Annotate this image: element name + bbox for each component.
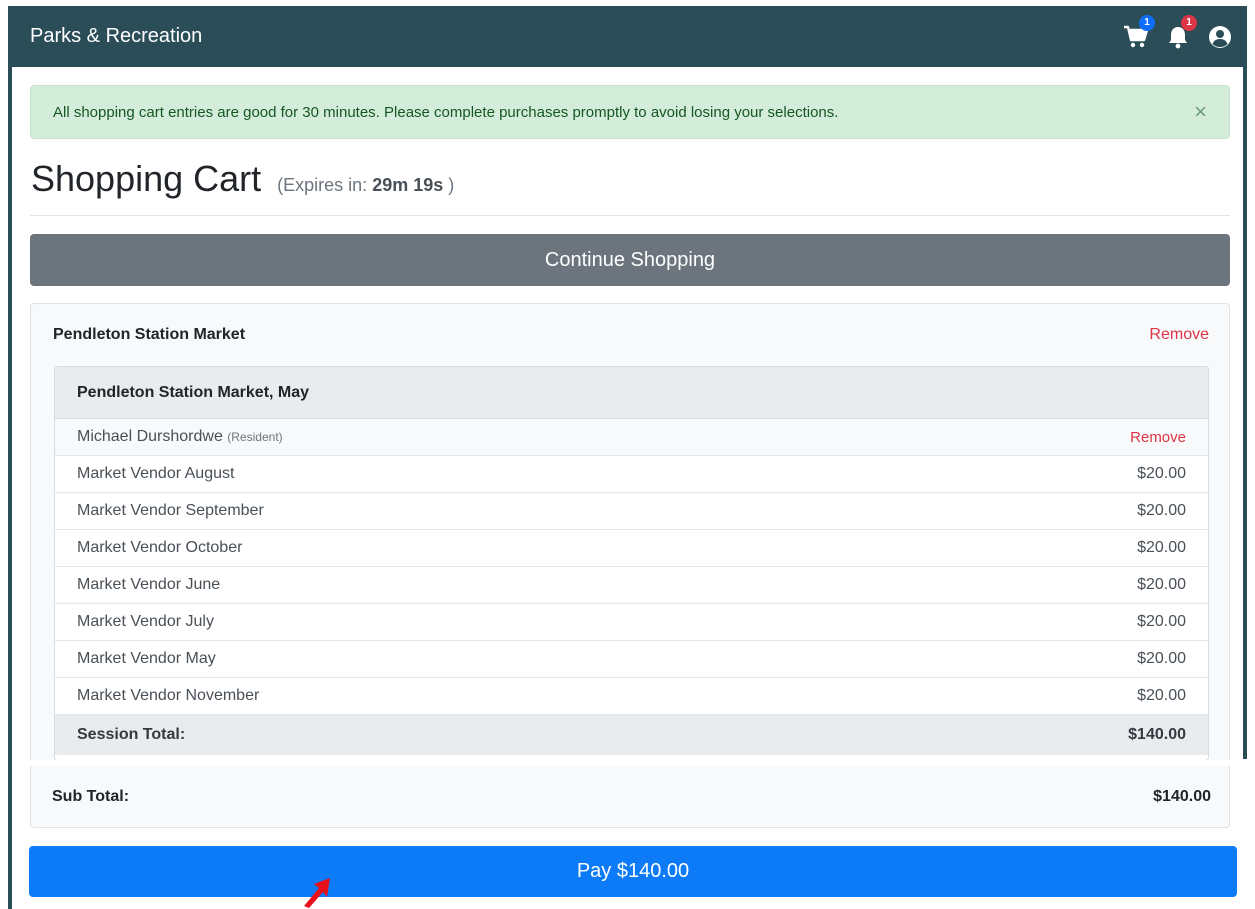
participant-name: Michael Durshordwe (77, 428, 223, 445)
bell-icon[interactable]: 1 (1165, 14, 1197, 50)
line-item: Market Vendor July $20.00 (55, 604, 1208, 641)
line-item-price: $20.00 (1137, 613, 1186, 630)
line-item: Market Vendor November $20.00 (55, 678, 1208, 715)
line-item-price: $20.00 (1137, 687, 1186, 704)
page-frame-right (1243, 6, 1247, 759)
line-item-name: Market Vendor May (77, 650, 216, 667)
remove-participant-link[interactable]: Remove (1130, 429, 1186, 446)
session-card: Pendleton Station Market, May Michael Du… (54, 366, 1209, 761)
participant-info: Michael Durshordwe (Resident) (77, 428, 283, 446)
participant-type: (Resident) (227, 430, 283, 444)
session-title: Pendleton Station Market, May (55, 367, 1208, 419)
line-item-price: $20.00 (1137, 539, 1186, 556)
line-item: Market Vendor June $20.00 (55, 567, 1208, 604)
shopping-cart-icon[interactable]: 1 (1123, 14, 1155, 50)
subtotal-label: Sub Total: (52, 787, 130, 805)
line-item-name: Market Vendor September (77, 502, 264, 519)
expiry-countdown: 29m 19s (372, 175, 444, 195)
notification-count-badge: 1 (1181, 14, 1197, 31)
line-item-price: $20.00 (1137, 502, 1186, 519)
pointer-arrow-icon (304, 878, 330, 908)
line-item-price: $20.00 (1137, 650, 1186, 667)
session-total-label: Session Total: (77, 726, 186, 743)
top-navbar: Parks & Recreation 1 1 (8, 6, 1247, 67)
line-item-name: Market Vendor November (77, 687, 260, 704)
page-title: Shopping Cart (31, 158, 262, 199)
session-total-row: Session Total: $140.00 (55, 715, 1208, 755)
line-item-price: $20.00 (1137, 576, 1186, 593)
page-frame-left-lower (8, 759, 12, 909)
participant-row: Michael Durshordwe (Resident) Remove (55, 419, 1208, 456)
line-item-name: Market Vendor October (77, 539, 243, 556)
cart-expiry-alert: All shopping cart entries are good for 3… (30, 85, 1230, 139)
continue-shopping-button[interactable]: Continue Shopping (30, 234, 1230, 286)
cart-count-badge: 1 (1139, 14, 1155, 31)
pay-button[interactable]: Pay $140.00 (29, 846, 1237, 897)
expiry-prefix: (Expires in: (277, 175, 368, 195)
cart-vendor-card: Pendleton Station Market Remove Pendleto… (30, 303, 1230, 828)
line-item: Market Vendor October $20.00 (55, 530, 1208, 567)
close-icon[interactable]: × (1194, 101, 1207, 123)
app-brand[interactable]: Parks & Recreation (30, 25, 1123, 48)
line-item: Market Vendor September $20.00 (55, 493, 1208, 530)
remove-vendor-link[interactable]: Remove (1149, 326, 1209, 344)
line-item-price: $20.00 (1137, 465, 1186, 482)
navbar-icons: 1 1 (1123, 14, 1233, 50)
subtotal-value: $140.00 (1153, 787, 1211, 805)
line-item-name: Market Vendor June (77, 576, 221, 593)
page-heading: Shopping Cart (Expires in: 29m 19s ) (31, 158, 454, 200)
expiry-suffix: ) (448, 175, 455, 195)
alert-message: All shopping cart entries are good for 3… (53, 103, 839, 121)
line-item-name: Market Vendor August (77, 465, 235, 482)
line-item: Market Vendor August $20.00 (55, 456, 1208, 493)
cart-expiry-timer: (Expires in: 29m 19s ) (277, 175, 454, 196)
line-item-name: Market Vendor July (77, 613, 214, 630)
vendor-header: Pendleton Station Market Remove (53, 326, 1209, 344)
vendor-name: Pendleton Station Market (53, 326, 246, 343)
user-circle-icon[interactable] (1207, 24, 1233, 50)
heading-divider (30, 215, 1230, 216)
line-item: Market Vendor May $20.00 (55, 641, 1208, 678)
subtotal-row: Sub Total: $140.00 (30, 766, 1230, 828)
session-total-value: $140.00 (1128, 726, 1186, 743)
